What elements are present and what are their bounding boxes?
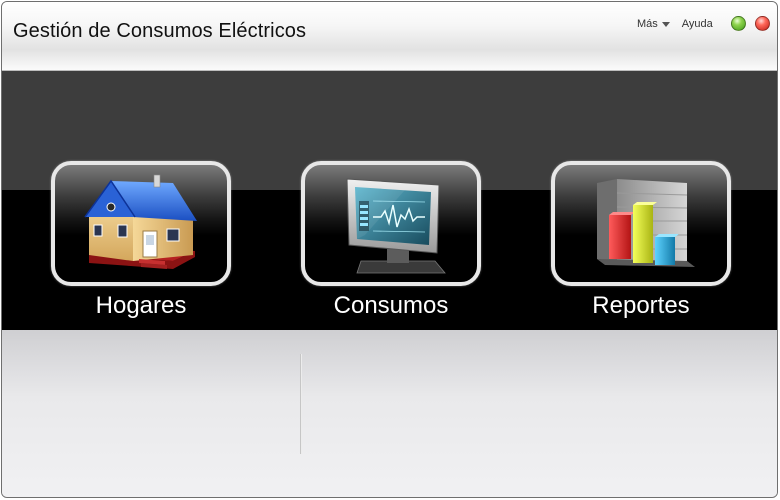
house-icon [84,174,197,269]
reportes-label[interactable]: Reportes [551,292,731,320]
more-menu[interactable]: Más [637,18,670,30]
close-button[interactable] [755,16,770,31]
help-link[interactable]: Ayuda [682,18,713,30]
consumos-label[interactable]: Consumos [301,292,481,320]
left-panel [2,330,300,497]
bar-chart-icon [597,179,695,267]
more-menu-label: Más [637,18,658,30]
app-title: Gestión de Consumos Eléctricos [13,20,307,42]
reportes-tile[interactable] [551,161,731,286]
content-area [2,330,777,497]
app-window: Gestión de Consumos Eléctricos Más Ayuda [1,1,778,498]
hogares-label[interactable]: Hogares [51,292,231,320]
top-menu: Más Ayuda [637,17,713,31]
title-bar: Gestión de Consumos Eléctricos Más Ayuda [2,2,777,71]
consumos-tile[interactable] [301,161,481,286]
minimize-button[interactable] [731,16,746,31]
monitor-icon [346,178,446,274]
chevron-down-icon [661,21,670,27]
hogares-tile[interactable] [51,161,231,286]
right-panel [302,330,777,497]
